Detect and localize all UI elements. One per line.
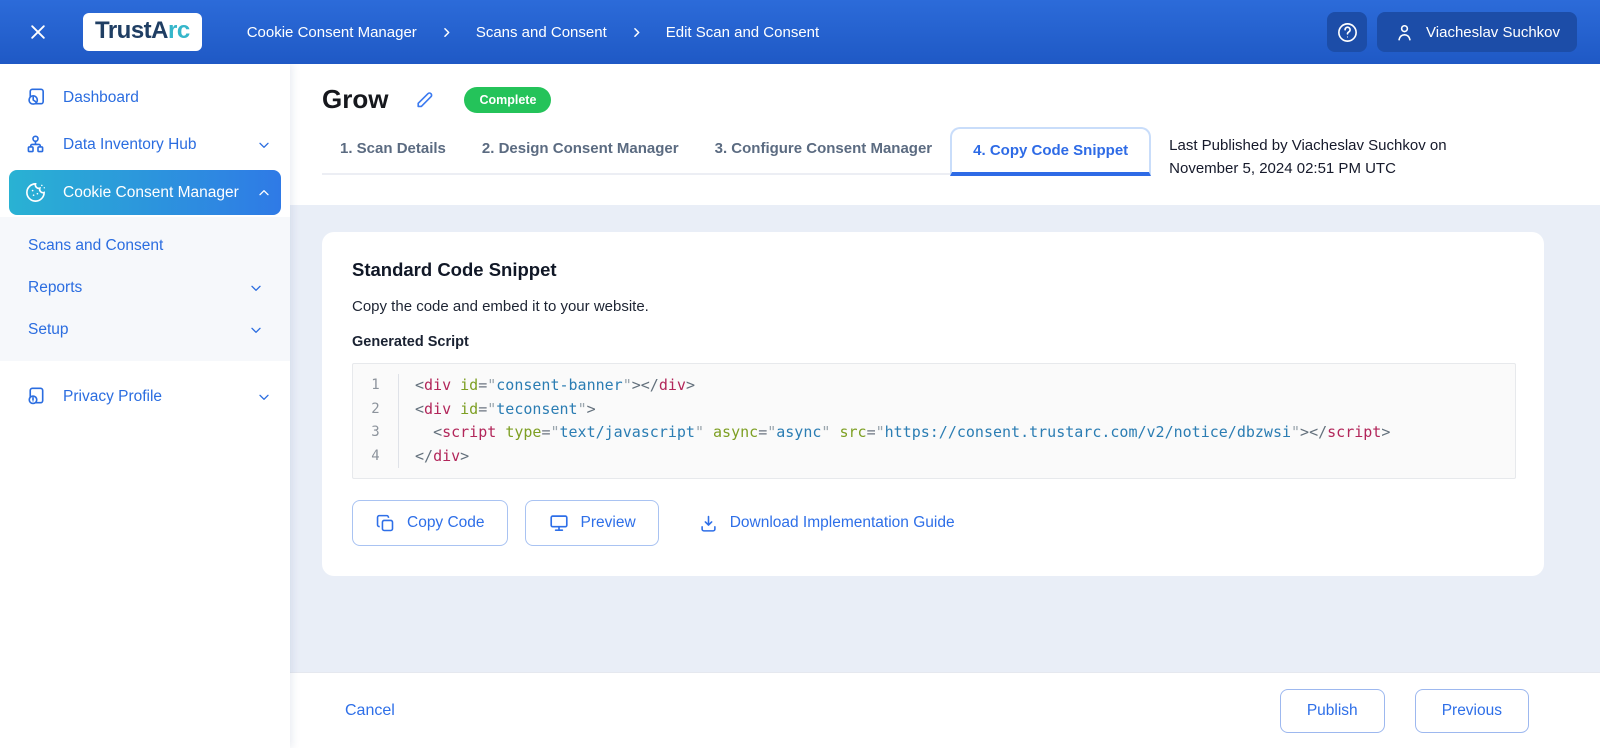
main-header: Grow Complete 1. Scan Details2. Design C… [290, 64, 1600, 205]
sidebar-item-cookie-consent-manager[interactable]: Cookie Consent Manager [9, 170, 281, 215]
sidebar-item-label: Privacy Profile [63, 388, 162, 406]
code-line: <script type="text/javascript" async="as… [415, 421, 1515, 445]
tab-2-design-consent-manager[interactable]: 2. Design Consent Manager [464, 125, 697, 173]
chevron-down-icon [256, 389, 272, 405]
chevron-down-icon [248, 280, 264, 296]
chevron-right-icon [439, 25, 454, 40]
user-menu-button[interactable]: Viacheslav Suchkov [1377, 12, 1577, 52]
breadcrumb-item[interactable]: Edit Scan and Consent [666, 24, 819, 41]
user-name: Viacheslav Suchkov [1426, 24, 1560, 41]
tabs-row: 1. Scan Details2. Design Consent Manager… [322, 125, 1544, 180]
chevron-right-icon [629, 25, 644, 40]
code-line: </div> [415, 445, 1515, 469]
cookie-icon [24, 181, 47, 204]
download-implementation-guide-link[interactable]: Download Implementation Guide [692, 512, 961, 535]
sidebar-subitem-setup[interactable]: Setup [0, 309, 290, 351]
last-published-line2: November 5, 2024 02:51 PM UTC [1169, 157, 1446, 180]
chevron-down-icon [256, 137, 272, 153]
sidebar-item-dashboard[interactable]: Dashboard [0, 74, 290, 121]
sidebar-submenu: Scans and Consent Reports Setup [0, 217, 290, 361]
footer-bar: Cancel Publish Previous [290, 672, 1600, 748]
sidebar-subitem-reports[interactable]: Reports [0, 267, 290, 309]
publish-button[interactable]: Publish [1280, 689, 1385, 733]
code-line-number: 1 [353, 374, 398, 398]
help-button[interactable] [1327, 12, 1367, 52]
page-body: Dashboard Data Inventory Hub Cookie Consen… [0, 64, 1600, 748]
logo-text-accent: rc [168, 17, 190, 44]
code-line-number: 4 [353, 445, 398, 469]
download-label: Download Implementation Guide [730, 514, 955, 532]
chevron-down-icon [248, 322, 264, 338]
previous-button[interactable]: Previous [1415, 689, 1529, 733]
code-block: 1234 <div id="consent-banner"></div><div… [352, 363, 1516, 479]
sidebar-item-data-inventory-hub[interactable]: Data Inventory Hub [0, 121, 290, 168]
copy-code-button[interactable]: Copy Code [352, 500, 508, 546]
sidebar-item-label: Scans and Consent [28, 237, 163, 255]
sidebar-item-label: Reports [28, 279, 82, 297]
chevron-up-icon [256, 185, 272, 201]
last-published-line1: Last Published by Viacheslav Suchkov on [1169, 134, 1446, 157]
preview-label: Preview [581, 514, 636, 532]
tab-1-scan-details[interactable]: 1. Scan Details [322, 125, 464, 173]
title-row: Grow Complete [322, 84, 1544, 115]
last-published-text: Last Published by Viacheslav Suchkov on … [1169, 125, 1446, 180]
privacy-profile-icon [24, 385, 47, 408]
card-subtitle: Copy the code and embed it to your websi… [352, 298, 1516, 315]
breadcrumb-item[interactable]: Cookie Consent Manager [247, 24, 417, 41]
sidebar-item-label: Setup [28, 321, 69, 339]
cancel-button[interactable]: Cancel [345, 702, 395, 720]
copy-icon [375, 513, 396, 534]
tab-bar: 1. Scan Details2. Design Consent Manager… [322, 125, 1151, 175]
app-root: TrustArc Cookie Consent Manager Scans and… [0, 0, 1600, 748]
code-line-number: 2 [353, 398, 398, 422]
trustarc-logo: TrustArc [83, 13, 202, 52]
code-line: <div id="consent-banner"></div> [415, 374, 1515, 398]
logo-text-primary: TrustA [95, 17, 168, 44]
data-inventory-icon [24, 133, 47, 156]
code-line-numbers: 1234 [353, 374, 399, 468]
header-actions: Viacheslav Suchkov [1327, 12, 1577, 52]
card-actions: Copy Code Preview Download Implementatio… [352, 500, 1516, 546]
copy-code-label: Copy Code [407, 514, 485, 532]
code-snippet-card: Standard Code Snippet Copy the code and … [322, 232, 1544, 576]
breadcrumb-item[interactable]: Scans and Consent [476, 24, 607, 41]
sidebar-item-label: Cookie Consent Manager [63, 184, 239, 202]
top-header: TrustArc Cookie Consent Manager Scans and… [0, 0, 1600, 64]
edit-title-button[interactable] [414, 89, 436, 111]
preview-button[interactable]: Preview [525, 500, 659, 546]
user-icon [1394, 22, 1415, 43]
page-title: Grow [322, 84, 388, 115]
code-content: <div id="consent-banner"></div><div id="… [399, 374, 1515, 468]
download-icon [698, 513, 719, 534]
content-area: Standard Code Snippet Copy the code and … [290, 205, 1600, 672]
sidebar-item-label: Data Inventory Hub [63, 136, 197, 154]
sidebar-item-privacy-profile[interactable]: Privacy Profile [0, 373, 290, 420]
sidebar-bottom-section: Privacy Profile [0, 373, 290, 420]
code-line-number: 3 [353, 421, 398, 445]
monitor-icon [548, 512, 570, 534]
main-panel: Grow Complete 1. Scan Details2. Design C… [290, 64, 1600, 748]
close-icon[interactable] [20, 14, 56, 50]
sidebar-item-label: Dashboard [63, 89, 139, 107]
status-badge: Complete [464, 87, 551, 113]
footer-actions: Publish Previous [1280, 689, 1529, 733]
card-title: Standard Code Snippet [352, 259, 1516, 281]
code-line: <div id="teconsent"> [415, 398, 1515, 422]
tab-4-copy-code-snippet[interactable]: 4. Copy Code Snippet [950, 127, 1151, 176]
generated-script-label: Generated Script [352, 334, 1516, 350]
sidebar: Dashboard Data Inventory Hub Cookie Consen… [0, 64, 290, 748]
dashboard-icon [24, 86, 47, 109]
breadcrumb: Cookie Consent Manager Scans and Consent E… [247, 24, 819, 41]
sidebar-subitem-scans-and-consent[interactable]: Scans and Consent [0, 225, 290, 267]
tab-3-configure-consent-manager[interactable]: 3. Configure Consent Manager [697, 125, 951, 173]
